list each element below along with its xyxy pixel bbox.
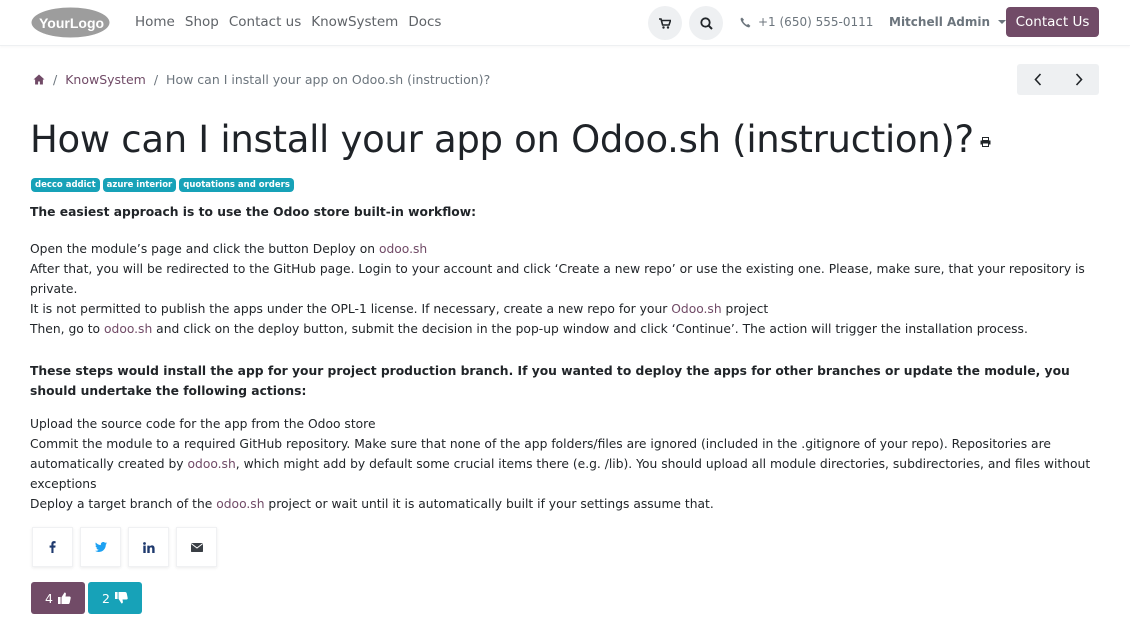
facebook-icon [49, 541, 56, 553]
text: It is not permitted to publish the apps … [30, 302, 672, 316]
previous-button[interactable] [1017, 64, 1058, 95]
dislike-button[interactable]: 2 [88, 582, 142, 614]
section-heading: These steps would install the app for yo… [30, 364, 1070, 398]
chevron-down-icon [998, 20, 1007, 24]
nav-docs[interactable]: Docs [408, 14, 441, 30]
twitter-icon [94, 542, 107, 552]
print-icon[interactable] [980, 136, 991, 147]
paragraph: It is not permitted to publish the apps … [30, 299, 1105, 319]
logo[interactable]: YourLogo [31, 7, 110, 38]
logo-text: YourLogo [39, 15, 104, 31]
paragraph: Deploy a target branch of the odoo.sh pr… [30, 494, 1105, 514]
text: and click on the deploy button, submit t… [152, 322, 1028, 336]
nav-shop[interactable]: Shop [185, 14, 219, 30]
text: project or wait until it is automaticall… [264, 497, 714, 511]
phone-link[interactable]: +1 (650) 555-0111 [740, 15, 873, 29]
envelope-icon [190, 542, 203, 552]
section-heading: The easiest approach is to use the Odoo … [30, 205, 477, 219]
linkedin-icon [142, 541, 155, 553]
paragraph: Upload the source code for the app from … [30, 417, 376, 431]
text: Then, go to [30, 322, 104, 336]
nav-home[interactable]: Home [135, 14, 175, 30]
contact-us-button[interactable]: Contact Us [1006, 7, 1099, 37]
text: project [721, 302, 769, 316]
share-linkedin-button[interactable] [128, 527, 169, 567]
user-name: Mitchell Admin [889, 15, 991, 29]
phone-number: +1 (650) 555-0111 [758, 15, 874, 29]
text: Deploy a target branch of the [30, 497, 217, 511]
phone-icon [740, 17, 751, 27]
tag-badge[interactable]: quotations and orders [179, 178, 294, 192]
main-nav: Home Shop Contact us KnowSystem Docs [135, 14, 451, 30]
user-menu[interactable]: Mitchell Admin [889, 15, 1007, 29]
chevron-right-icon [1075, 73, 1083, 86]
odoo-sh-link[interactable]: odoo.sh [187, 457, 235, 471]
paragraph: After that, you will be redirected to th… [30, 262, 1085, 296]
search-icon [699, 16, 713, 30]
odoo-sh-link[interactable]: odoo.sh [216, 497, 264, 511]
odoo-sh-link[interactable]: odoo.sh [104, 322, 152, 336]
cart-button[interactable] [648, 6, 682, 40]
breadcrumb-current: How can I install your app on Odoo.sh (i… [166, 72, 491, 87]
chevron-left-icon [1033, 73, 1041, 86]
nav-knowsystem[interactable]: KnowSystem [311, 14, 398, 30]
paragraph: Then, go to odoo.sh and click on the dep… [30, 319, 1105, 339]
paragraph: Open the module’s page and click the but… [30, 239, 1105, 259]
tag-badge[interactable]: decco addict [31, 178, 100, 192]
vote-buttons: 4 2 [31, 582, 142, 614]
search-button[interactable] [689, 6, 723, 40]
tag-badge[interactable]: azure interior [102, 178, 177, 192]
title-text: How can I install your app on Odoo.sh (i… [30, 118, 974, 161]
thumbs-down-icon [114, 592, 128, 604]
site-header: YourLogo Home Shop Contact us KnowSystem… [0, 0, 1130, 46]
text: Open the module’s page and click the but… [30, 242, 379, 256]
home-icon[interactable] [33, 74, 45, 85]
paragraph: Commit the module to a required GitHub r… [30, 434, 1105, 494]
breadcrumb-knowsystem[interactable]: KnowSystem [65, 72, 146, 87]
breadcrumb-separator: / [53, 72, 58, 87]
share-facebook-button[interactable] [32, 527, 73, 567]
odoo-sh-link[interactable]: Odoo.sh [671, 302, 721, 316]
article-pager [1017, 64, 1099, 95]
breadcrumb: / KnowSystem / How can I install your ap… [33, 72, 490, 87]
nav-contact-us[interactable]: Contact us [229, 14, 301, 30]
next-button[interactable] [1058, 64, 1099, 95]
tag-list: decco addict azure interior quotations a… [31, 178, 294, 192]
page-title: How can I install your app on Odoo.sh (i… [30, 118, 991, 161]
odoo-sh-link[interactable]: odoo.sh [379, 242, 427, 256]
share-twitter-button[interactable] [80, 527, 121, 567]
like-count: 4 [45, 590, 53, 606]
article-body: The easiest approach is to use the Odoo … [30, 202, 1105, 514]
thumbs-up-icon [57, 592, 71, 604]
like-button[interactable]: 4 [31, 582, 85, 614]
cart-icon [659, 17, 671, 29]
share-email-button[interactable] [176, 527, 217, 567]
share-buttons [32, 527, 217, 567]
dislike-count: 2 [102, 590, 110, 606]
breadcrumb-separator: / [153, 72, 159, 87]
